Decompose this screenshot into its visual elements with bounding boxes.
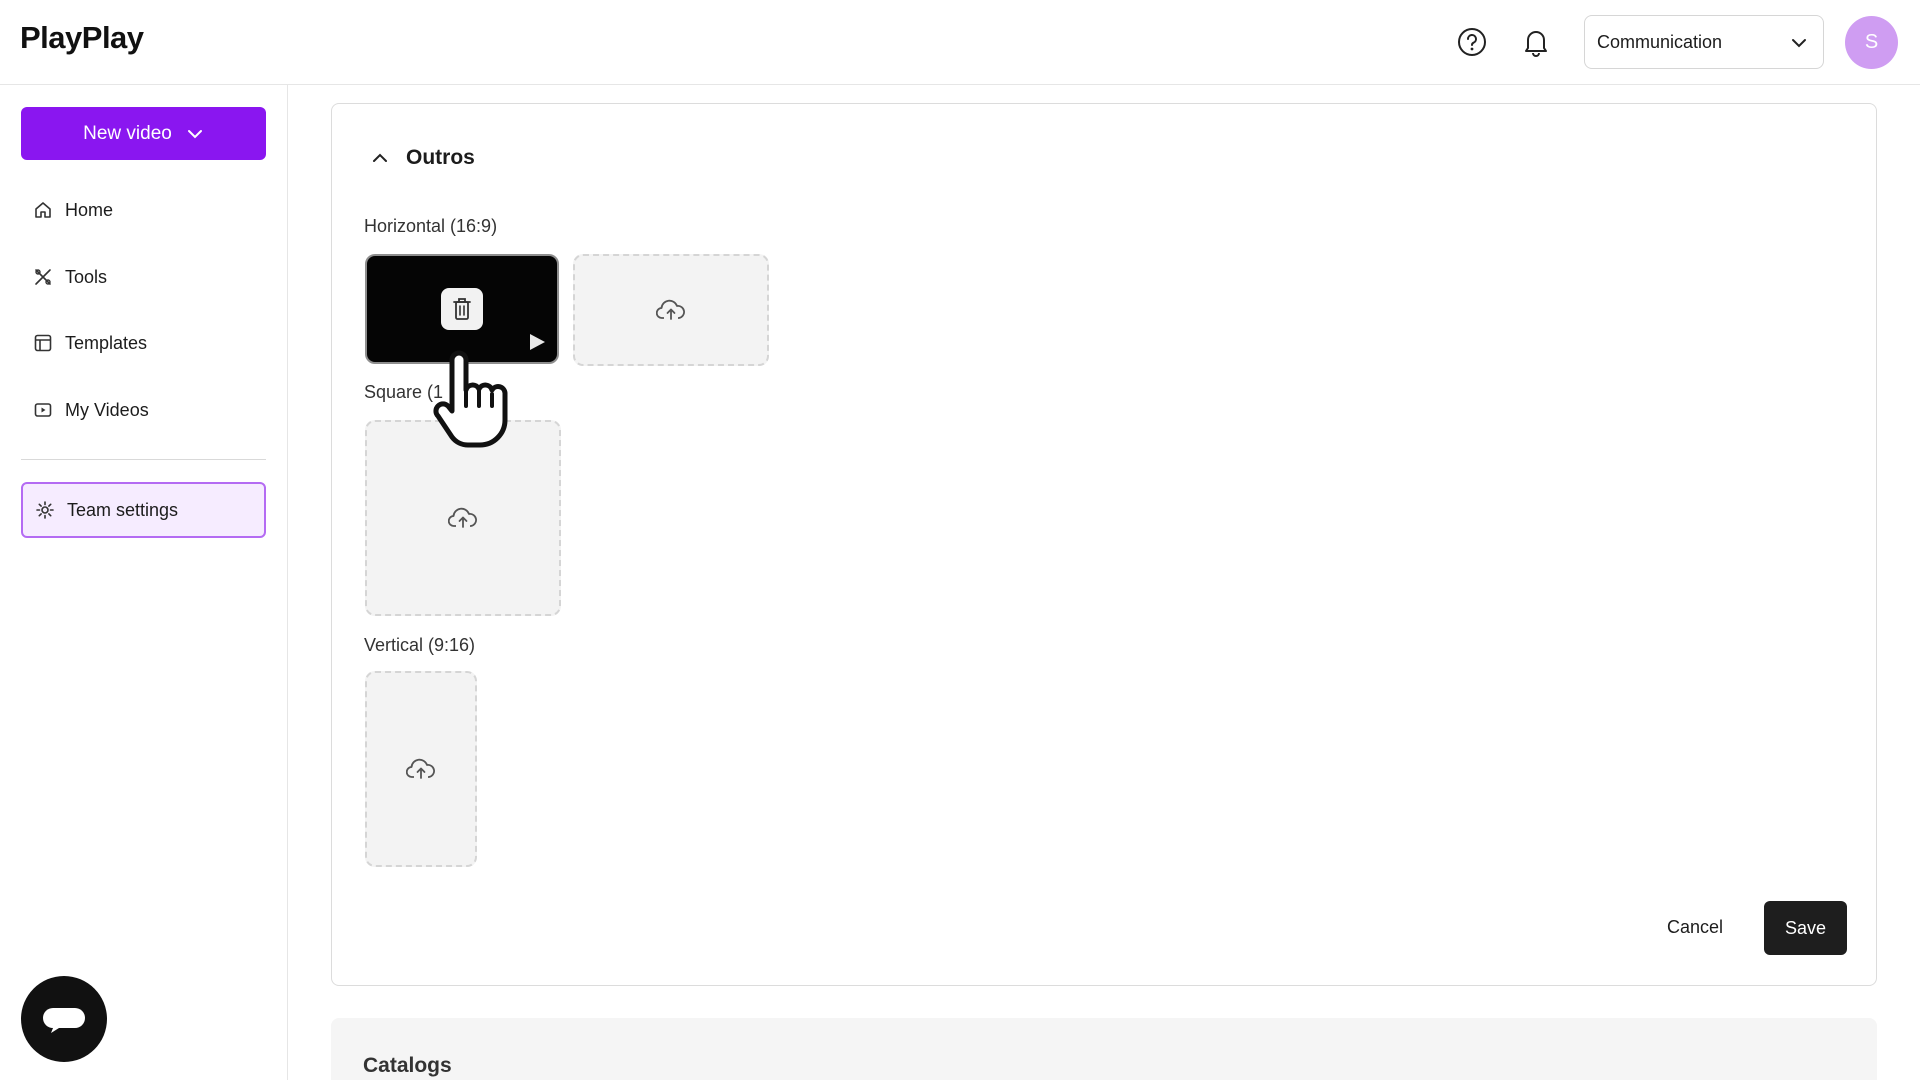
catalogs-title: Catalogs bbox=[363, 1054, 452, 1077]
app-logo[interactable]: PlayPlay bbox=[20, 20, 144, 56]
delete-button[interactable] bbox=[441, 288, 483, 330]
top-bar: PlayPlay Communication S bbox=[0, 0, 1920, 85]
sidebar-item-home[interactable]: Home bbox=[21, 188, 266, 232]
chat-support-button[interactable] bbox=[21, 976, 107, 1062]
new-video-button[interactable]: New video bbox=[21, 107, 266, 160]
sidebar-item-label: My Videos bbox=[65, 399, 149, 420]
sidebar-divider bbox=[21, 459, 266, 460]
upload-slot-horizontal[interactable] bbox=[573, 254, 769, 366]
sidebar-item-label: Templates bbox=[65, 332, 148, 353]
new-video-label: New video bbox=[83, 122, 172, 144]
cloud-upload-icon bbox=[448, 507, 477, 528]
sidebar-item-tools[interactable]: Tools bbox=[21, 255, 266, 299]
team-select-value: Communication bbox=[1597, 31, 1723, 52]
chevron-down-icon bbox=[187, 129, 202, 138]
sidebar-item-templates[interactable]: Templates bbox=[21, 321, 266, 365]
chat-icon bbox=[43, 1008, 85, 1033]
group-label-horizontal: Horizontal (16:9) bbox=[364, 216, 498, 236]
team-select-dropdown[interactable]: Communication bbox=[1584, 15, 1824, 69]
save-button[interactable]: Save bbox=[1764, 901, 1847, 955]
sidebar-item-my-videos[interactable]: My Videos bbox=[21, 388, 266, 432]
section-title: Outros bbox=[406, 146, 475, 169]
templates-icon bbox=[34, 334, 52, 352]
sidebar-item-label: Tools bbox=[65, 266, 108, 287]
avatar[interactable]: S bbox=[1845, 16, 1898, 69]
horizontal-video-thumbnail[interactable] bbox=[365, 254, 559, 364]
section-header[interactable]: Outros bbox=[370, 146, 475, 170]
group-label-vertical: Vertical (9:16) bbox=[364, 635, 476, 655]
catalogs-section: Catalogs bbox=[331, 1018, 1877, 1080]
help-icon[interactable] bbox=[1454, 24, 1490, 60]
videos-icon bbox=[34, 403, 52, 417]
play-icon[interactable] bbox=[527, 332, 547, 352]
sidebar-item-label: Home bbox=[65, 199, 114, 220]
outros-panel: Outros Horizontal (16:9) Square (1 Verti… bbox=[331, 103, 1877, 986]
home-icon bbox=[35, 202, 51, 218]
sidebar: New video Home Tools Templates My Videos… bbox=[0, 85, 288, 1080]
sidebar-item-label: Team settings bbox=[67, 499, 179, 520]
cancel-button[interactable]: Cancel bbox=[1655, 902, 1735, 952]
bell-icon[interactable] bbox=[1518, 24, 1554, 60]
sidebar-item-team-settings[interactable]: Team settings bbox=[21, 482, 266, 538]
cloud-upload-icon bbox=[406, 758, 435, 779]
cloud-upload-icon bbox=[656, 299, 685, 320]
upload-slot-vertical[interactable] bbox=[365, 671, 477, 867]
chevron-up-icon[interactable] bbox=[370, 148, 390, 168]
trash-icon bbox=[453, 298, 471, 320]
tools-icon bbox=[35, 269, 51, 285]
gear-icon bbox=[36, 501, 54, 519]
hand-cursor-icon bbox=[433, 350, 508, 448]
chevron-down-icon bbox=[1792, 39, 1806, 48]
